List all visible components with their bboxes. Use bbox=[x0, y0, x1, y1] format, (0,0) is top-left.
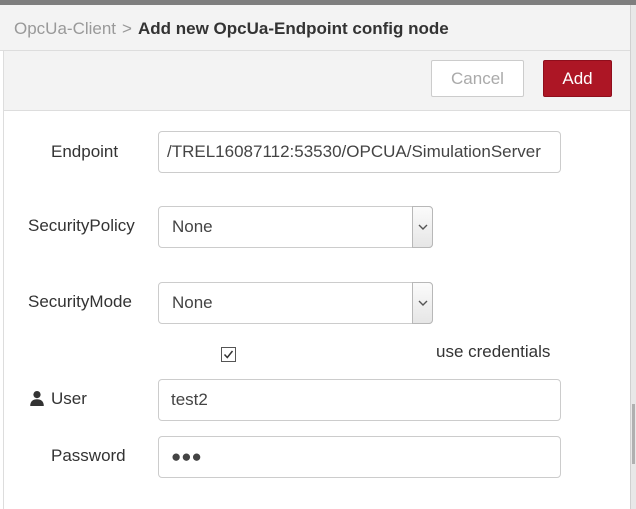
security-mode-value: None bbox=[172, 293, 213, 312]
security-policy-dropdown-button[interactable] bbox=[412, 206, 433, 248]
page-title: Add new OpcUa-Endpoint config node bbox=[137, 19, 449, 38]
chevron-down-icon bbox=[418, 300, 428, 306]
cancel-button[interactable]: Cancel bbox=[431, 60, 524, 97]
add-button[interactable]: Add bbox=[543, 60, 612, 97]
chevron-down-icon bbox=[418, 224, 428, 230]
use-credentials-label: use credentials bbox=[436, 342, 551, 361]
dialog-header: OpcUa-Client > Add new OpcUa-Endpoint conf… bbox=[0, 5, 636, 51]
config-dialog: OpcUa-Client > Add new OpcUa-Endpoint conf… bbox=[0, 0, 636, 509]
scrollbar-thumb[interactable] bbox=[632, 404, 635, 464]
user-icon bbox=[30, 391, 44, 406]
use-credentials-checkbox[interactable] bbox=[221, 347, 236, 362]
security-mode-dropdown-button[interactable] bbox=[412, 282, 433, 324]
user-input[interactable]: test2 bbox=[158, 379, 561, 421]
security-policy-select[interactable]: None bbox=[158, 206, 433, 248]
password-masked-value: ●●● bbox=[171, 447, 202, 466]
breadcrumb-separator: > bbox=[122, 19, 132, 38]
password-label: Password bbox=[51, 446, 126, 465]
user-label: User bbox=[51, 389, 87, 408]
endpoint-input[interactable]: /TREL16087112:53530/OPCUA/SimulationServ… bbox=[158, 131, 561, 173]
checkmark-icon bbox=[223, 350, 234, 359]
endpoint-label: Endpoint bbox=[51, 142, 119, 161]
breadcrumb: OpcUa-Client > Add new OpcUa-Endpoint conf… bbox=[14, 19, 449, 39]
security-policy-label: SecurityPolicy bbox=[28, 216, 135, 235]
breadcrumb-parent[interactable]: OpcUa-Client bbox=[14, 19, 116, 38]
password-input[interactable]: ●●● bbox=[158, 436, 561, 478]
security-policy-value: None bbox=[172, 217, 213, 236]
security-mode-label: SecurityMode bbox=[28, 292, 132, 311]
security-mode-select[interactable]: None bbox=[158, 282, 433, 324]
dialog-toolbar: Cancel Add bbox=[3, 51, 630, 111]
